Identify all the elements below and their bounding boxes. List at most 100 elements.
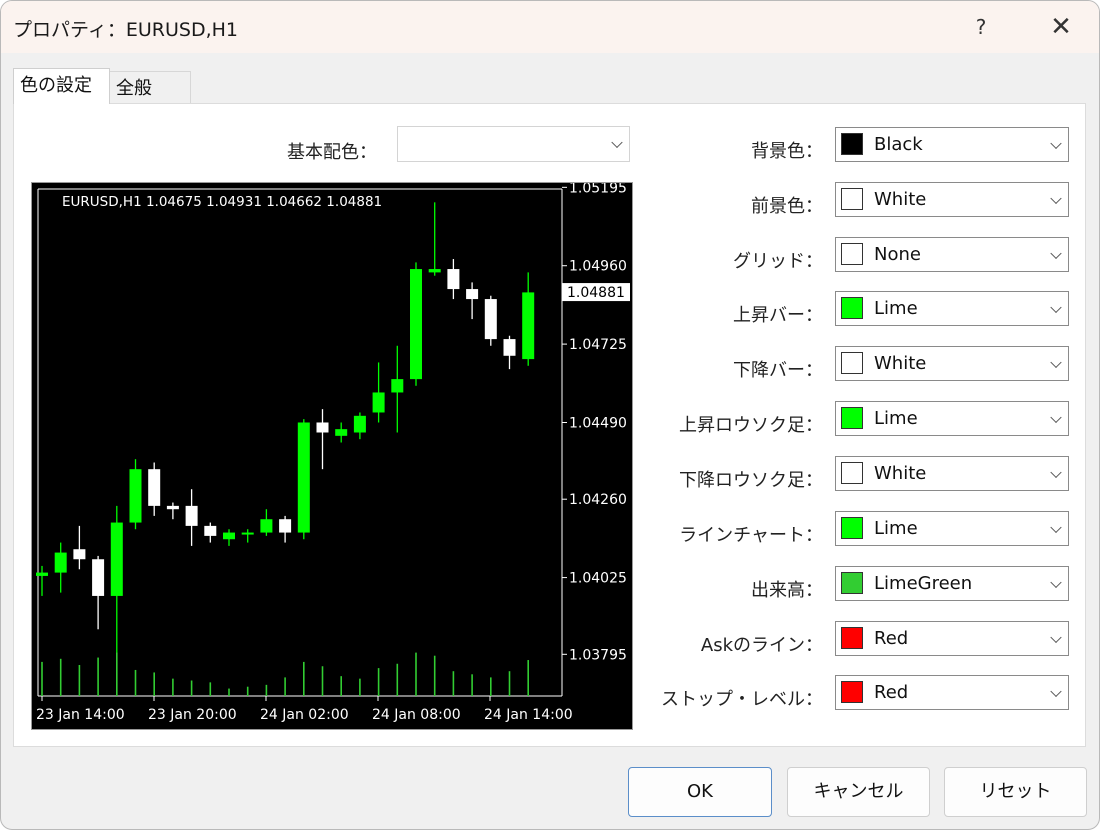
tab-common[interactable]: 全般 [109,71,191,104]
y-tick-label: 1.04725 [569,337,627,353]
chevron-down-icon [1050,631,1062,643]
candlestick-chart: EURUSD,H1 1.04675 1.04931 1.04662 1.0488… [32,183,632,729]
x-tick-label: 24 Jan 08:00 [372,707,461,723]
color-swatch [841,462,863,484]
candle-body [466,289,479,300]
color-select[interactable]: Red [835,675,1069,710]
candle-body [166,505,179,510]
color-swatch [841,627,863,649]
property-label: 上昇ロウソク足： [679,415,823,436]
candle-body [92,559,105,596]
color-value: Black [874,134,923,155]
color-swatch [841,243,863,265]
reset-button[interactable]: リセット [944,767,1087,817]
color-select[interactable]: LimeGreen [835,566,1069,601]
color-value: None [874,244,921,265]
y-tick-label: 1.04260 [569,492,627,508]
color-swatch [841,517,863,539]
y-tick-label: 1.04490 [569,415,627,431]
candle-body [223,532,235,540]
color-swatch [841,407,863,429]
chevron-down-icon [1050,301,1062,313]
color-swatch [841,188,863,210]
candle-body [372,392,385,413]
color-select[interactable]: Lime [835,401,1069,436]
color-value: Lime [874,518,918,539]
y-tick-label: 1.04025 [569,571,627,587]
title-bar: プロパティ：EURUSD,H1 ? ✕ [1,1,1099,53]
candle-body [522,292,535,360]
candle-body [297,422,310,533]
candle-body [54,552,67,573]
color-select[interactable]: None [835,237,1069,272]
x-tick-label: 24 Jan 14:00 [484,707,573,723]
chevron-down-icon [1050,356,1062,368]
color-scheme-label: 基本配色： [287,142,377,163]
color-value: Red [874,628,909,649]
color-select[interactable]: Black [835,127,1069,162]
candle-body [447,269,460,290]
color-value: White [874,189,927,210]
color-select[interactable]: White [835,346,1069,381]
candle-body [185,505,198,526]
chevron-down-icon [1050,137,1062,149]
x-tick-label: 23 Jan 14:00 [36,707,125,723]
color-swatch [841,297,863,319]
color-value: Red [874,682,909,703]
color-select[interactable]: Lime [835,291,1069,326]
candle-body [391,379,404,393]
y-tick-label: 1.05195 [569,183,627,196]
chevron-down-icon [1050,466,1062,478]
help-button[interactable]: ? [961,7,1001,47]
candle-body [335,429,348,436]
candle-body [36,572,48,576]
ok-button[interactable]: OK [628,767,772,817]
chevron-down-icon [611,136,623,149]
chart-background [32,183,632,729]
chart-header: EURUSD,H1 1.04675 1.04931 1.04662 1.0488… [62,194,382,210]
candle-body [148,469,161,506]
window-title: プロパティ：EURUSD,H1 [13,19,238,41]
chart-preview: EURUSD,H1 1.04675 1.04931 1.04662 1.0488… [31,182,633,730]
chevron-down-icon [1050,685,1062,697]
x-tick-label: 24 Jan 02:00 [260,707,349,723]
chevron-down-icon [1050,247,1062,259]
candle-body [73,549,86,560]
tab-colors[interactable]: 色の設定 [13,68,110,104]
color-swatch [841,133,863,155]
color-select[interactable]: Lime [835,511,1069,546]
color-value: Lime [874,298,918,319]
close-button[interactable]: ✕ [1041,7,1081,47]
chevron-down-icon [1050,411,1062,423]
candle-body [110,522,123,596]
color-value: Lime [874,408,918,429]
candle-body [484,299,497,340]
candle-body [241,532,254,535]
chevron-down-icon [1050,576,1062,588]
candle-body [204,525,217,536]
cancel-button[interactable]: キャンセル [787,767,930,817]
property-label: ラインチャート： [679,525,823,546]
chevron-down-icon [1050,192,1062,204]
candle-body [279,519,292,533]
color-value: White [874,353,927,374]
property-label: Askのライン： [700,635,823,656]
candle-body [428,269,441,273]
color-select[interactable]: White [835,182,1069,217]
color-select[interactable]: White [835,456,1069,491]
properties-dialog: プロパティ：EURUSD,H1 ? ✕ 色の設定 全般 基本配色： EURUSD… [0,0,1100,830]
current-price-label: 1.04881 [567,285,625,301]
color-swatch [841,352,863,374]
color-swatch [841,681,863,703]
property-label: 背景色： [751,141,823,162]
color-select[interactable]: Red [835,621,1069,656]
property-label: 前景色： [751,196,823,217]
y-tick-label: 1.04960 [569,259,627,275]
candle-body [316,422,329,433]
property-label: グリッド： [733,251,823,272]
y-tick-label: 1.03795 [569,647,627,663]
color-value: White [874,463,927,484]
color-scheme-select[interactable] [397,126,630,162]
property-label: 上昇バー： [733,305,823,326]
chevron-down-icon [1050,521,1062,533]
